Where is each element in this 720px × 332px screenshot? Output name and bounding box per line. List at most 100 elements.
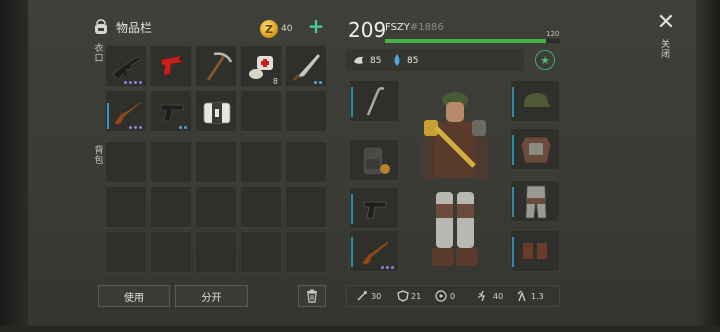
crowbar-icon [366, 87, 385, 116]
equip-slot-weapon[interactable] [349, 80, 399, 122]
pocket-slot[interactable] [195, 45, 237, 87]
slot-accent [512, 187, 514, 217]
equip-slot-legs[interactable] [510, 180, 560, 222]
water-drop-icon [394, 54, 400, 66]
pocket-slot[interactable] [285, 90, 327, 132]
slot-accent [351, 194, 353, 224]
speed-icon [478, 290, 485, 302]
backpack-slot[interactable] [285, 186, 327, 228]
backpack-slot[interactable] [150, 141, 192, 183]
radiation-icon [435, 290, 447, 302]
durability-bar [107, 103, 109, 129]
star-icon: ★ [540, 53, 550, 67]
boots-icon [523, 243, 547, 259]
backpack-slot[interactable] [195, 231, 237, 273]
player-level: 209 [348, 18, 387, 42]
pocket-slot[interactable] [150, 45, 192, 87]
backpack-slot[interactable] [240, 141, 282, 183]
coin-icon: Z [260, 20, 278, 38]
backpack-slot[interactable] [105, 231, 147, 273]
backpack-slot[interactable] [195, 186, 237, 228]
equip-slot-backpack[interactable] [349, 139, 399, 181]
right-frame [696, 0, 720, 332]
damage-icon [357, 291, 367, 301]
backpack-slot[interactable] [150, 186, 192, 228]
quality-dots [381, 266, 394, 269]
food-icon [354, 56, 363, 64]
cap-icon [524, 93, 551, 107]
player-name-line: FSZY#1886 [385, 22, 444, 33]
slot-accent [351, 237, 353, 267]
close-icon: ✕ [656, 10, 676, 35]
pocket-slot[interactable] [105, 90, 147, 132]
equip-slot-head[interactable] [510, 80, 560, 122]
pants-icon [525, 185, 547, 219]
first-aid-kit-icon [203, 102, 231, 124]
backpack-slot[interactable] [195, 141, 237, 183]
backpack-slot[interactable] [150, 231, 192, 273]
coin-count: 40 [281, 24, 293, 34]
assault-rifle-icon [112, 56, 142, 79]
close-button[interactable]: ✕ [656, 12, 676, 34]
backpack-icon [362, 146, 390, 176]
stat-radiation: 0 [450, 292, 456, 301]
slot-accent [351, 87, 353, 117]
player-character [422, 92, 488, 266]
shotgun-icon [113, 100, 142, 126]
trash-button[interactable] [298, 285, 326, 307]
backpack-slot[interactable] [240, 231, 282, 273]
equip-slot-body[interactable] [510, 128, 560, 170]
pistol-icon [363, 201, 387, 219]
flare-gun-icon [160, 55, 184, 76]
stat-speed: 40 [493, 292, 504, 301]
backpack-label: 背包 [94, 146, 104, 166]
inventory-title: 物品栏 [116, 20, 153, 35]
add-coins-button[interactable]: + [307, 16, 325, 36]
pocket-slot[interactable]: 8 [240, 45, 282, 87]
backpack-slot[interactable] [285, 141, 327, 183]
inventory-header: 物品栏 [92, 18, 152, 36]
pocket-slot[interactable] [150, 90, 192, 132]
equip-slot-feet[interactable] [510, 230, 560, 272]
item-count: 8 [272, 77, 278, 86]
pocket-slot[interactable] [195, 90, 237, 132]
backpack-slot[interactable] [105, 186, 147, 228]
pickaxe-icon [206, 52, 233, 81]
player-id: #1886 [409, 22, 444, 33]
pocket-slot[interactable] [285, 45, 327, 87]
machete-icon [292, 54, 320, 82]
close-label[interactable]: 关闭 [661, 40, 671, 60]
equip-slot-pistol[interactable] [349, 187, 399, 229]
stat-stealth: 1.3 [531, 292, 544, 301]
trash-icon [307, 289, 317, 303]
use-button[interactable]: 使用 [98, 285, 170, 307]
armor-icon [397, 290, 409, 302]
backpack-slot[interactable] [105, 141, 147, 183]
left-frame [0, 0, 28, 332]
armor-vest-icon [520, 136, 552, 164]
pockets-label: 衣口 [94, 44, 104, 64]
shotgun-icon [361, 240, 390, 266]
backpack-slot[interactable] [285, 231, 327, 273]
stat-damage: 30 [371, 292, 382, 301]
backpack-icon [95, 19, 107, 34]
xp-max: 120 [546, 30, 560, 38]
water-value: 85 [407, 56, 419, 66]
pistol-icon [160, 104, 184, 122]
stealth-icon [517, 290, 526, 302]
star-button[interactable]: ★ [535, 50, 555, 70]
split-button[interactable]: 分开 [175, 285, 248, 307]
equip-slot-shotgun[interactable] [349, 230, 399, 272]
backpack-grid [105, 141, 327, 273]
pockets-grid: 8 [105, 45, 327, 132]
slot-accent [512, 237, 514, 267]
xp-bar-fill [385, 39, 546, 43]
pocket-slot[interactable] [240, 90, 282, 132]
backpack-slot[interactable] [240, 186, 282, 228]
bottom-frame [0, 326, 720, 332]
slot-accent [512, 87, 514, 117]
pocket-slot[interactable] [105, 45, 147, 87]
food-value: 85 [370, 56, 382, 66]
xp-bar [385, 39, 560, 43]
stat-armor: 21 [411, 292, 422, 301]
